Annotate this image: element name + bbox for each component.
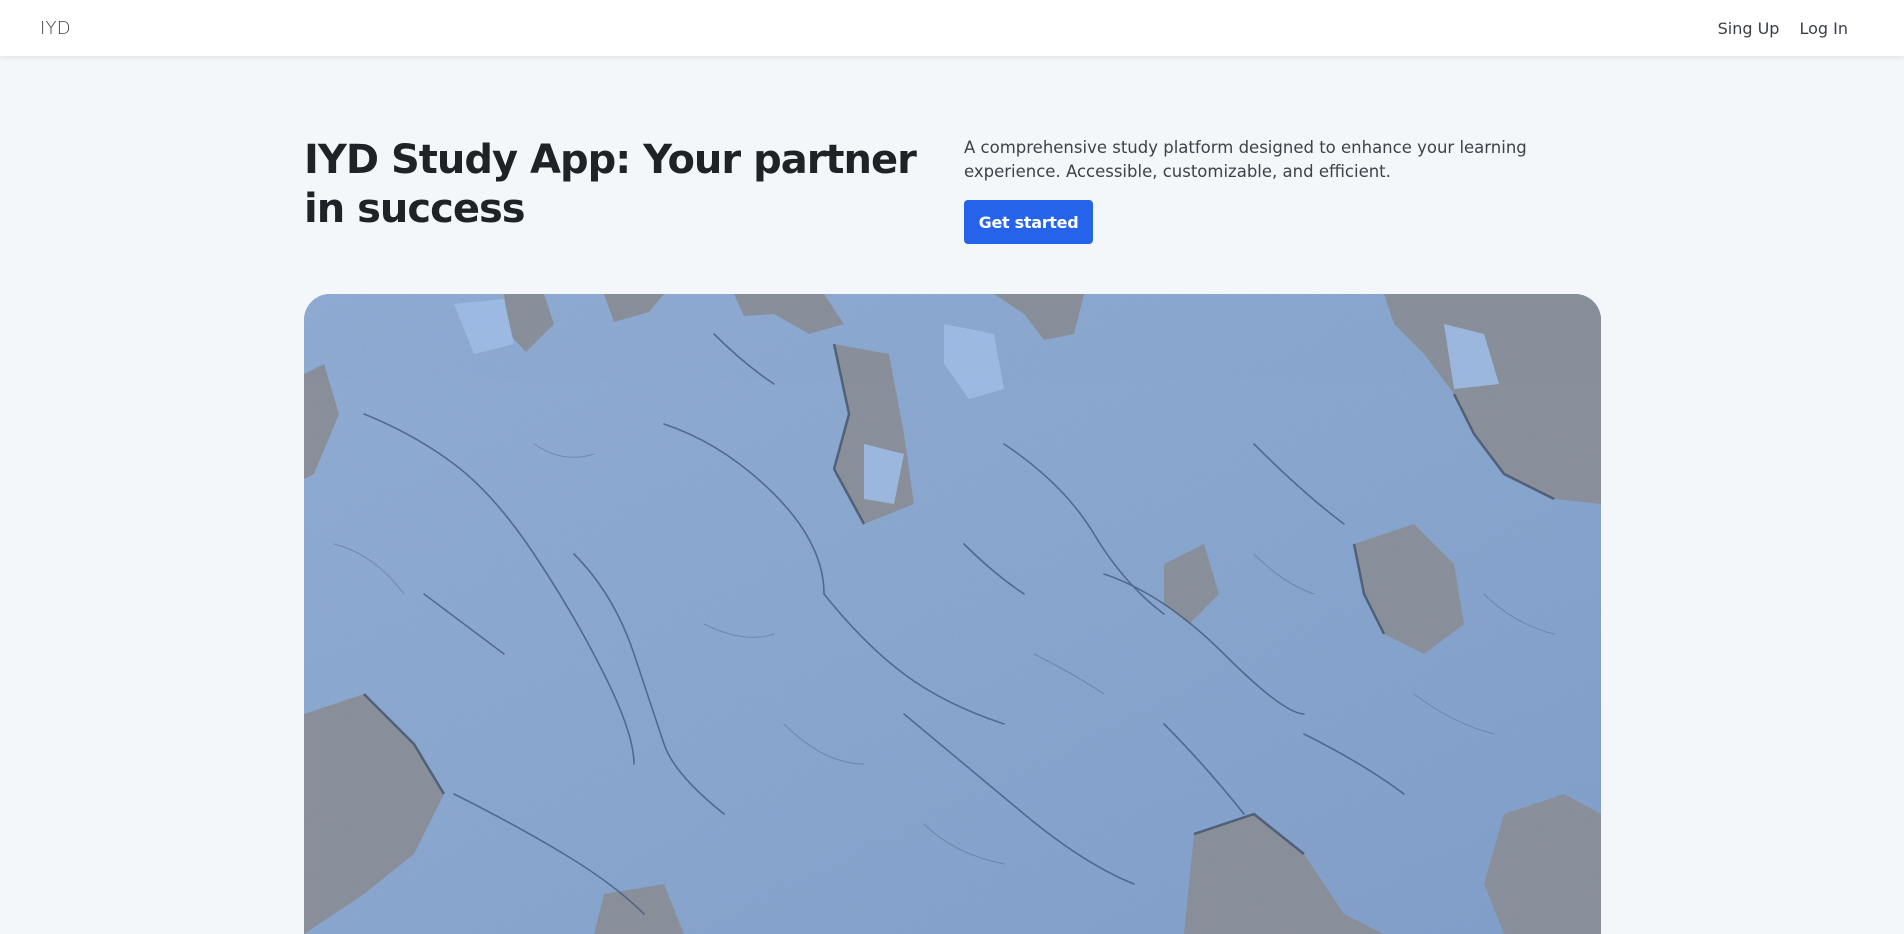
nav-links: Sing Up Log In — [1718, 19, 1864, 38]
hero-description: A comprehensive study platform designed … — [964, 138, 1527, 181]
hero-section: IYD Study App: Your partner in success A… — [304, 56, 1601, 244]
hero-row: IYD Study App: Your partner in success A… — [304, 56, 1601, 244]
top-navbar: IYD Sing Up Log In — [0, 0, 1904, 56]
hero-title: IYD Study App: Your partner in success — [304, 137, 917, 232]
hero-image-peeling-paint — [304, 294, 1601, 934]
peeling-paint-texture — [304, 294, 1601, 934]
hero-side: A comprehensive study platform designed … — [964, 136, 1601, 244]
sign-up-link[interactable]: Sing Up — [1718, 19, 1780, 38]
get-started-button[interactable]: Get started — [964, 200, 1093, 244]
brand-logo-link[interactable]: IYD — [40, 18, 71, 39]
log-in-link[interactable]: Log In — [1799, 19, 1848, 38]
